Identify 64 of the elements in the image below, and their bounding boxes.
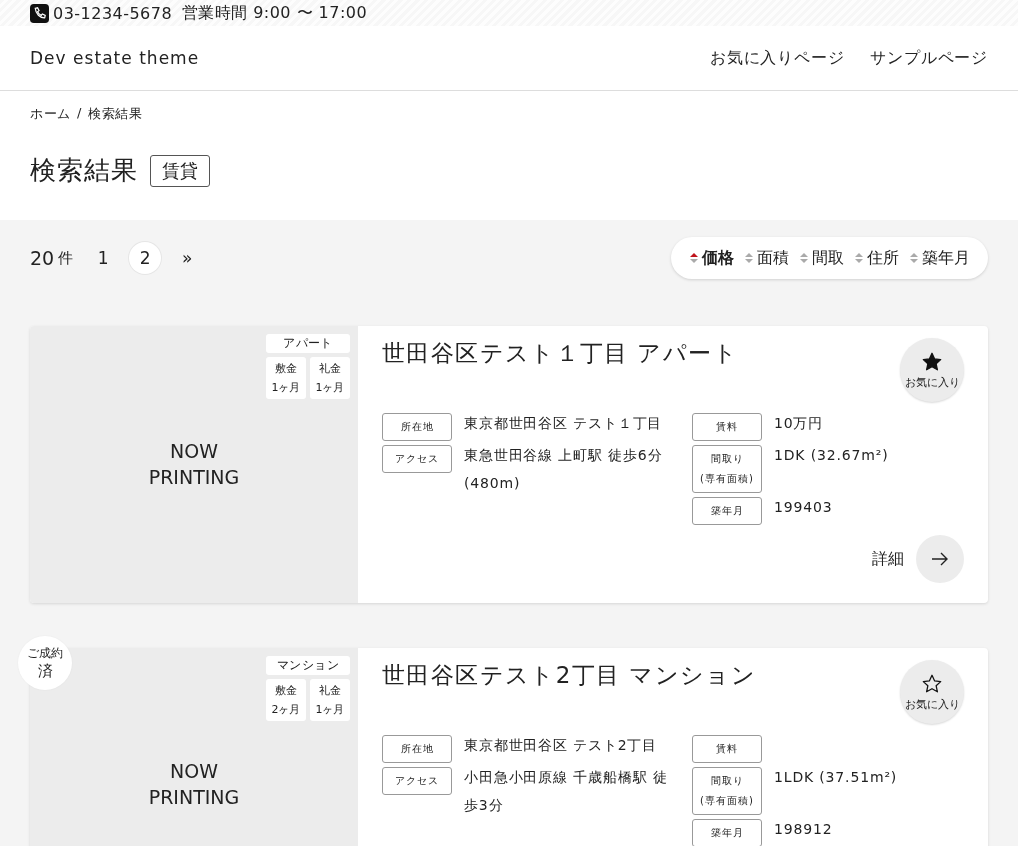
detail-label: 賃料	[692, 413, 762, 441]
detail-value: 東急世田谷線 上町駅 徒歩6分 (480m)	[464, 446, 664, 493]
sort-arrows-icon	[689, 251, 699, 265]
breadcrumb-link[interactable]: ホーム	[30, 105, 71, 123]
sort-option[interactable]: 面積	[744, 247, 789, 269]
detail-link[interactable]: 詳細	[872, 535, 964, 583]
page-link[interactable]: 1	[87, 242, 120, 274]
deposit-label: 敷金	[275, 361, 297, 376]
page-link[interactable]: 2	[129, 242, 162, 274]
detail-label: 所在地	[382, 735, 452, 763]
detail-value: 198912	[774, 820, 834, 839]
detail-label: アクセス	[382, 767, 452, 795]
detail-value: 1DK (32.67m²)	[774, 446, 889, 465]
property-type-tag: アパート	[266, 334, 350, 353]
key-money-label: 礼金	[319, 683, 341, 698]
sort-arrows-icon	[854, 251, 864, 265]
breadcrumb-current: 検索結果	[88, 105, 143, 123]
result-count-unit: 件	[58, 248, 74, 268]
sort-arrows-icon	[744, 251, 754, 265]
property-type-tag: マンション	[266, 656, 350, 675]
key-money-label: 礼金	[319, 361, 341, 376]
nav-link[interactable]: サンプルページ	[870, 47, 988, 69]
business-hours: 営業時間 9:00 〜 17:00	[180, 2, 368, 24]
detail-value: 小田急小田原線 千歳船橋駅 徒歩3分	[464, 768, 669, 815]
phone-number: 03-1234-5678	[53, 3, 173, 23]
detail-value: 1LDK (37.51m²)	[774, 768, 898, 787]
detail-value: 東京都世田谷区 テスト2丁目	[464, 736, 659, 755]
sort-option[interactable]: 間取	[799, 247, 844, 269]
sort-option[interactable]: 住所	[854, 247, 899, 269]
nav-link[interactable]: お気に入りページ	[710, 47, 845, 69]
site-title[interactable]: Dev estate theme	[30, 48, 200, 68]
favorite-button[interactable]: お気に入り	[900, 338, 964, 402]
placeholder-text: NOW PRINTING	[147, 759, 241, 810]
property-title: 世田谷区テスト2丁目 マンション	[382, 661, 758, 690]
sold-badge-text: 済	[37, 662, 53, 681]
detail-label: 所在地	[382, 413, 452, 441]
key-money-value: 1ヶ月	[315, 702, 345, 717]
key-money-value: 1ヶ月	[315, 380, 345, 395]
result-count: 20	[30, 247, 55, 269]
breadcrumb-separator: /	[76, 105, 82, 122]
category-badge: 賃貸	[150, 154, 211, 187]
deposit-label: 敷金	[275, 683, 297, 698]
detail-label: 築年月	[692, 819, 762, 846]
detail-label: アクセス	[382, 445, 452, 473]
sort-option[interactable]: 価格	[689, 247, 734, 269]
favorite-button[interactable]: お気に入り	[900, 660, 964, 724]
page-title: 検索結果	[30, 154, 139, 187]
detail-value: 10万円	[774, 414, 825, 433]
sold-badge-caption: ご成約	[27, 645, 63, 662]
sort-option[interactable]: 築年月	[909, 247, 970, 269]
detail-label: 間取り (専有面積)	[692, 445, 762, 493]
detail-label: 賃料	[692, 735, 762, 763]
sort-arrows-icon	[909, 251, 919, 265]
detail-value: 199403	[774, 498, 834, 517]
placeholder-text: NOW PRINTING	[147, 438, 241, 490]
deposit-value: 1ヶ月	[271, 380, 301, 395]
detail-value: 東京都世田谷区 テスト１丁目	[464, 414, 664, 433]
next-page-link[interactable]: »	[171, 242, 204, 274]
detail-label: 間取り (専有面積)	[692, 767, 762, 815]
phone-icon	[30, 3, 49, 23]
sort-arrows-icon	[799, 251, 809, 265]
detail-label: 築年月	[692, 497, 762, 525]
deposit-value: 2ヶ月	[271, 702, 301, 717]
property-title: 世田谷区テスト１丁目 アパート	[382, 339, 739, 368]
